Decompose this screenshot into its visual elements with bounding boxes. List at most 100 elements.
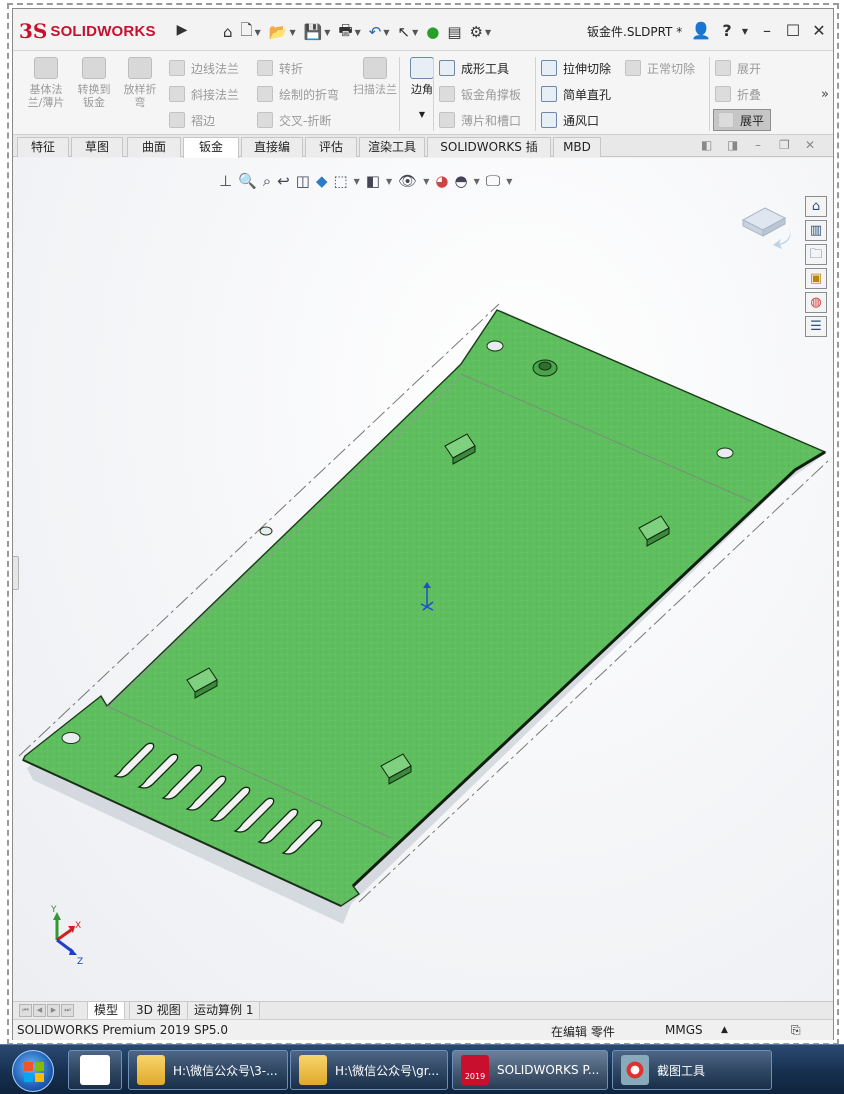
cross-break-button[interactable]: 交叉-折断 bbox=[257, 109, 331, 131]
flatten-button[interactable]: 展平 bbox=[713, 109, 772, 131]
status-options-icon[interactable]: ⎘ bbox=[791, 1023, 801, 1038]
print-dropdown-icon[interactable]: ▼ bbox=[355, 28, 361, 37]
unfold-icon bbox=[715, 60, 731, 76]
taskbar-snipping-tool-window[interactable]: 截图工具 bbox=[612, 1050, 772, 1090]
save-dropdown-icon[interactable]: ▼ bbox=[324, 28, 330, 37]
maximize-icon[interactable]: ☐ bbox=[783, 21, 803, 40]
tab-model[interactable]: 模型 bbox=[87, 1002, 126, 1020]
model-view-tabs: ⏮ ◀ ▶ ⏭ 模型 3D 视图 运动算例 1 bbox=[13, 1001, 833, 1020]
tab-3d-views[interactable]: 3D 视图 bbox=[129, 1002, 188, 1020]
fold-button[interactable]: 折叠 bbox=[715, 83, 761, 105]
title-bar: 3S SOLIDWORKS ▶ ⌂ 🗋 ▼ 📂 ▼ 💾 ▼ 🖶 ▼ ↶ ▼ ↖ ▼ ● ▤ … bbox=[13, 9, 833, 51]
options-dropdown-icon[interactable]: ▼ bbox=[485, 28, 491, 37]
tab-direct-editing[interactable]: 直接编辑 bbox=[241, 137, 303, 173]
minimize-icon[interactable]: – bbox=[757, 21, 777, 40]
tab-surfaces[interactable]: 曲面 bbox=[127, 137, 181, 157]
tab-and-slot-label: 薄片和槽口 bbox=[461, 113, 522, 128]
sheet-metal-gusset-button[interactable]: 钣金角撑板 bbox=[439, 83, 521, 105]
corners-button[interactable]: 边角 ▼ bbox=[401, 57, 443, 121]
windows-taskbar: H:\微信公众号\3-... H:\微信公众号\gr... 2019 SOLID… bbox=[0, 1044, 844, 1094]
ribbon-expand-chevron-icon[interactable]: » bbox=[821, 87, 829, 102]
new-dropdown-icon[interactable]: ▼ bbox=[255, 28, 261, 37]
prev-tab-icon[interactable]: ◀ bbox=[33, 1004, 46, 1017]
print-icon[interactable]: 🖶 bbox=[338, 20, 352, 45]
unfold-button[interactable]: 展开 bbox=[715, 57, 761, 79]
taskbar-item-label: H:\微信公众号\gr... bbox=[335, 1063, 440, 1078]
taskbar-explorer-window-2[interactable]: H:\微信公众号\gr... bbox=[290, 1050, 448, 1090]
doc-close-icon[interactable]: ✕ bbox=[805, 138, 815, 152]
folder-icon bbox=[299, 1055, 327, 1085]
logo-ds-mark: 3S bbox=[19, 19, 48, 43]
corners-dropdown-icon[interactable]: ▼ bbox=[401, 108, 443, 121]
home-icon[interactable]: ⌂ bbox=[223, 23, 233, 41]
tab-and-slot-button[interactable]: 薄片和槽口 bbox=[439, 109, 521, 131]
triad-y-label: Y bbox=[50, 905, 57, 915]
taskbar-solidworks-window[interactable]: 2019 SOLIDWORKS P... bbox=[452, 1050, 608, 1090]
open-icon[interactable]: 📂 bbox=[269, 23, 288, 41]
last-tab-icon[interactable]: ⏭ bbox=[61, 1004, 74, 1017]
next-tab-icon[interactable]: ▶ bbox=[47, 1004, 60, 1017]
unit-system-dropdown-icon[interactable]: ▲ bbox=[721, 1025, 728, 1035]
corners-label: 边角 bbox=[411, 83, 433, 96]
solidworks-logo[interactable]: 3S SOLIDWORKS bbox=[19, 16, 175, 46]
miter-flange-button[interactable]: 斜接法兰 bbox=[169, 83, 239, 105]
mounting-hole[interactable] bbox=[716, 447, 734, 459]
extruded-cut-button[interactable]: 拉伸切除 bbox=[541, 57, 611, 79]
edge-notch-hole[interactable] bbox=[259, 526, 273, 536]
undo-icon[interactable]: ↶ bbox=[369, 23, 382, 41]
close-icon[interactable]: ✕ bbox=[809, 21, 829, 40]
edge-flange-button[interactable]: 边线法兰 bbox=[169, 57, 239, 79]
tab-features[interactable]: 特征 bbox=[17, 137, 69, 157]
convert-to-sheet-metal-button[interactable]: 转换到钣金 bbox=[73, 57, 115, 109]
tab-mbd[interactable]: MBD bbox=[553, 137, 601, 157]
help-icon[interactable]: ? bbox=[717, 21, 737, 40]
editing-mode-text: 在编辑 零件 bbox=[551, 1025, 615, 1039]
help-dropdown-icon[interactable]: ▼ bbox=[735, 27, 755, 36]
user-account-icon[interactable]: 👤 bbox=[691, 21, 711, 40]
save-icon[interactable]: 💾 bbox=[304, 23, 323, 41]
doc-minimize-icon[interactable]: – bbox=[755, 138, 761, 152]
tab-render-tools[interactable]: 渲染工具 bbox=[359, 137, 425, 157]
graphics-area[interactable]: ⊥ 🔍 ⌕ ↩ ◫ ◆ ⬚ ▼ ◧ ▼ 👁 ▼ ◕ ◓ ▼ 🖵 ▼ ⌂ ▥ 🗀 ▣ ◍ bbox=[13, 158, 833, 1001]
menu-expand-arrow-icon[interactable]: ▶ bbox=[175, 19, 189, 41]
file-properties-icon[interactable]: ▤ bbox=[447, 23, 461, 41]
simple-hole-button[interactable]: 简单直孔 bbox=[541, 83, 611, 105]
taskbar-explorer-window-1[interactable]: H:\微信公众号\3-... bbox=[128, 1050, 288, 1090]
swept-flange-button[interactable]: 扫描法兰 bbox=[353, 57, 397, 96]
taskbar-app-pinned[interactable] bbox=[68, 1050, 122, 1090]
folder-icon bbox=[137, 1055, 165, 1085]
mounting-hole[interactable] bbox=[61, 732, 81, 744]
unfold-label: 展开 bbox=[737, 61, 762, 76]
cross-break-label: 交叉-折断 bbox=[279, 113, 332, 128]
base-flange-button[interactable]: 基体法兰/薄片 bbox=[25, 57, 67, 109]
forming-tool-button[interactable]: 成形工具 bbox=[439, 57, 509, 79]
vent-button[interactable]: 通风口 bbox=[541, 109, 599, 131]
select-pointer-icon[interactable]: ↖ bbox=[398, 23, 411, 41]
tab-motion-study-1[interactable]: 运动算例 1 bbox=[187, 1002, 261, 1020]
previous-view-icon[interactable]: ◧ bbox=[701, 138, 712, 152]
first-tab-icon[interactable]: ⏮ bbox=[19, 1004, 32, 1017]
forming-tool-icon bbox=[439, 60, 455, 76]
tab-sheet-metal[interactable]: 钣金 bbox=[183, 137, 239, 158]
flattened-sheet-metal-part[interactable]: X Y Z bbox=[13, 158, 833, 1001]
next-view-icon[interactable]: ◨ bbox=[727, 138, 738, 152]
lofted-bend-button[interactable]: 放样折弯 bbox=[119, 57, 161, 109]
new-document-icon[interactable]: 🗋 bbox=[241, 20, 253, 45]
sketched-bend-button[interactable]: 绘制的折弯 bbox=[257, 83, 339, 105]
rebuild-traffic-light-icon[interactable]: ● bbox=[426, 23, 439, 41]
undo-dropdown-icon[interactable]: ▼ bbox=[383, 28, 389, 37]
start-button[interactable] bbox=[12, 1050, 54, 1092]
tab-evaluate[interactable]: 评估 bbox=[305, 137, 357, 157]
mounting-hole[interactable] bbox=[486, 340, 504, 352]
doc-restore-icon[interactable]: ❐ bbox=[779, 138, 790, 152]
options-gear-icon[interactable]: ⚙ bbox=[470, 23, 483, 41]
tab-solidworks-addins[interactable]: SOLIDWORKS 插件 bbox=[427, 137, 551, 173]
hem-button[interactable]: 褶边 bbox=[169, 109, 215, 131]
tab-sketch[interactable]: 草图 bbox=[71, 137, 123, 157]
select-dropdown-icon[interactable]: ▼ bbox=[412, 28, 418, 37]
normal-cut-button[interactable]: 正常切除 bbox=[625, 57, 695, 79]
open-dropdown-icon[interactable]: ▼ bbox=[289, 28, 295, 37]
unit-system-selector[interactable]: MMGS bbox=[665, 1023, 703, 1037]
jog-button[interactable]: 转折 bbox=[257, 57, 303, 79]
ribbon-separator bbox=[399, 57, 400, 131]
